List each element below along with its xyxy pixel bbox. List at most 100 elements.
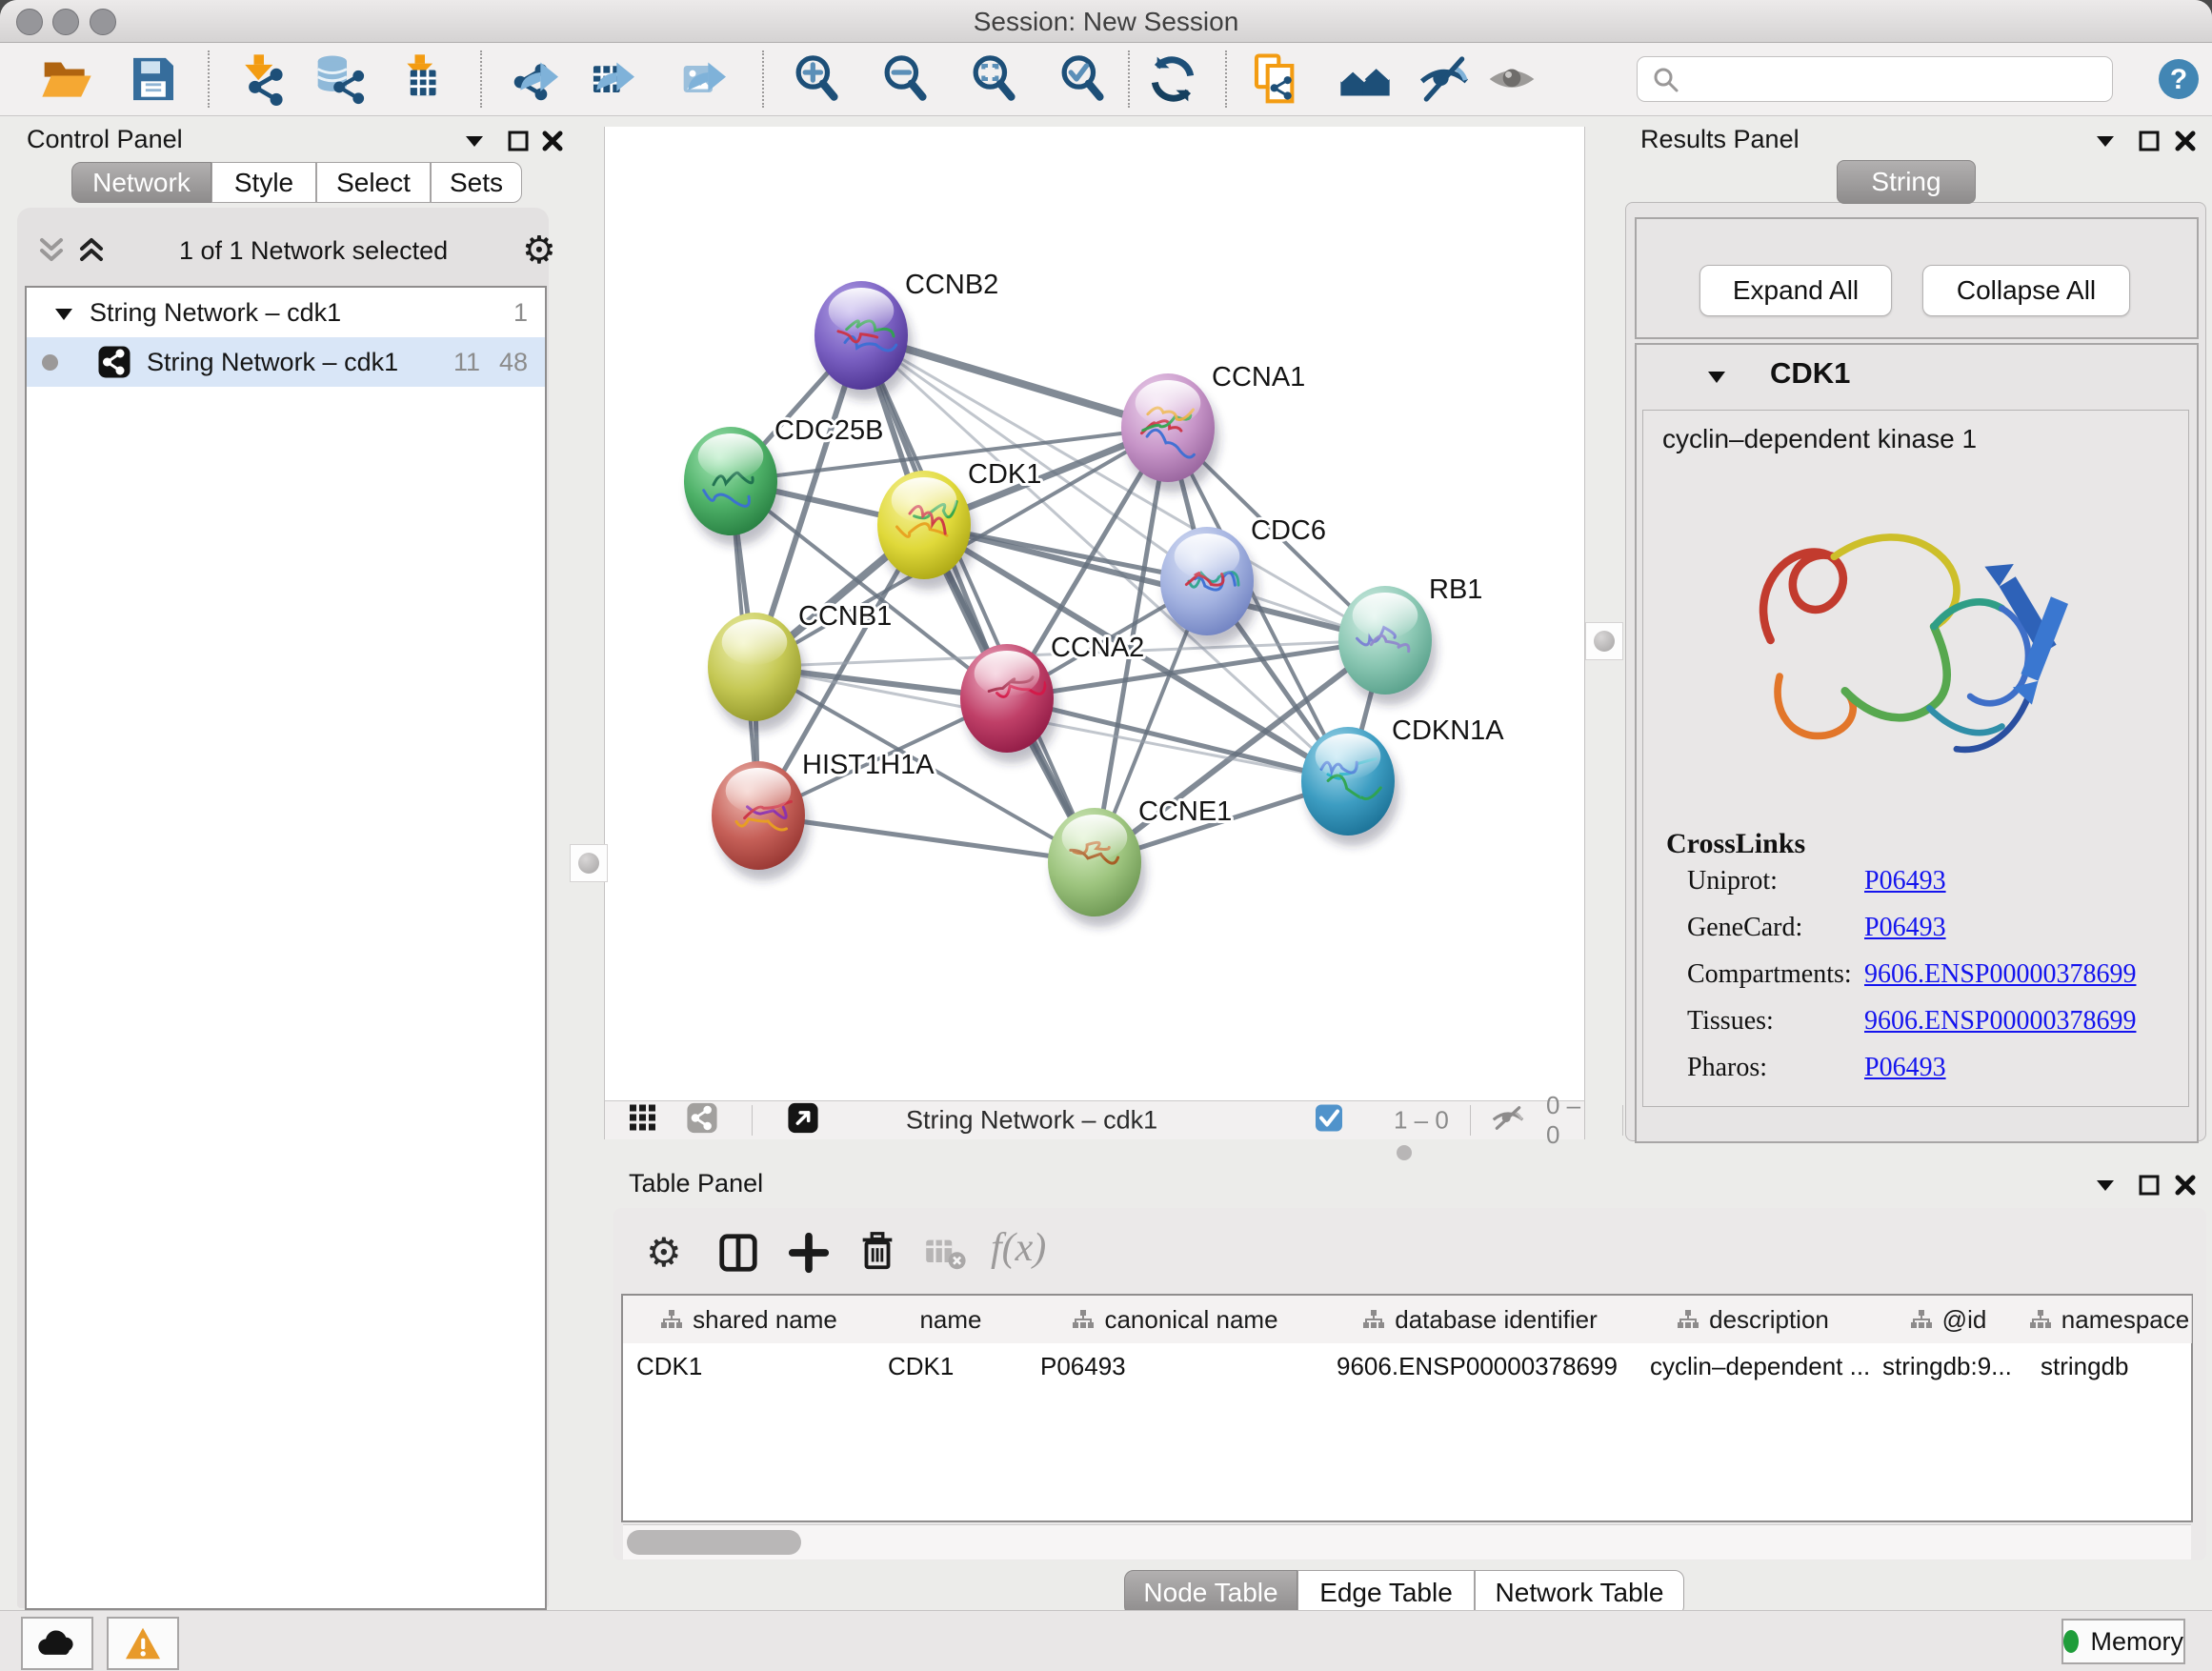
- table-horizontal-scrollbar[interactable]: [623, 1524, 2191, 1560]
- left-splitter-grip[interactable]: [570, 844, 608, 882]
- share-view-icon[interactable]: [686, 1102, 718, 1139]
- node-CCNA1[interactable]: [1121, 373, 1219, 493]
- zoom-fit-content-button[interactable]: [965, 50, 1024, 109]
- table-settings-gear-icon[interactable]: ⚙: [646, 1229, 682, 1276]
- right-splitter-grip[interactable]: [1585, 622, 1623, 660]
- save-session-button[interactable]: [124, 50, 183, 109]
- column-header-databaseidentifier[interactable]: database identifier: [1323, 1296, 1638, 1343]
- delete-column-trash-icon[interactable]: [855, 1229, 899, 1278]
- tab-sets[interactable]: Sets: [431, 162, 522, 203]
- node-CCNB2[interactable]: [814, 281, 913, 400]
- network-row-selected[interactable]: String Network – cdk1 11 48: [27, 337, 545, 387]
- table-cell[interactable]: stringdb: [2027, 1343, 2191, 1389]
- warning-button[interactable]: [107, 1617, 179, 1670]
- import-network-file-button[interactable]: [234, 50, 293, 109]
- control-panel-float-icon[interactable]: [499, 125, 537, 157]
- crosslink-link[interactable]: P06493: [1864, 913, 1946, 943]
- network-options-gear-icon[interactable]: ⚙: [522, 229, 556, 272]
- tab-string[interactable]: String: [1837, 160, 1976, 204]
- export-network-button[interactable]: [509, 50, 568, 109]
- zoom-out-button[interactable]: [876, 50, 935, 109]
- open-session-button[interactable]: [37, 50, 96, 109]
- tab-node-table[interactable]: Node Table: [1124, 1570, 1297, 1616]
- add-column-icon[interactable]: [787, 1231, 831, 1279]
- search-input[interactable]: [1637, 56, 2113, 102]
- control-panel-close-icon[interactable]: [533, 125, 572, 157]
- node-CDC25B[interactable]: [684, 427, 782, 546]
- expand-all-trees-icon[interactable]: [74, 232, 109, 272]
- delete-table-icon[interactable]: [924, 1237, 966, 1276]
- node-CCNA2[interactable]: [960, 644, 1058, 763]
- network-selected-status: 1 of 1 Network selected: [179, 236, 448, 266]
- tab-edge-table[interactable]: Edge Table: [1297, 1570, 1475, 1616]
- node-CCNE1[interactable]: [1048, 808, 1146, 927]
- expand-all-button[interactable]: Expand All: [1699, 265, 1892, 316]
- column-header-name[interactable]: name: [875, 1296, 1028, 1343]
- tab-select[interactable]: Select: [316, 162, 431, 203]
- export-table-button[interactable]: [585, 50, 644, 109]
- show-columns-icon[interactable]: [716, 1231, 760, 1279]
- selected-checkbox-icon[interactable]: [1315, 1104, 1343, 1137]
- zoom-selected-button[interactable]: [1054, 50, 1113, 109]
- crosslink-link[interactable]: P06493: [1864, 1053, 1946, 1083]
- collapse-all-button[interactable]: Collapse All: [1922, 265, 2130, 316]
- column-header-description[interactable]: description: [1637, 1296, 1870, 1343]
- copy-network-button[interactable]: [1247, 50, 1306, 109]
- scrollbar-thumb[interactable]: [627, 1530, 801, 1555]
- table-panel-float-icon[interactable]: [2130, 1169, 2168, 1201]
- table-cell[interactable]: CDK1: [623, 1343, 875, 1389]
- refresh-view-button[interactable]: [1143, 50, 1202, 109]
- table-cell[interactable]: CDK1: [875, 1343, 1027, 1389]
- hidden-eye-icon[interactable]: [1491, 1104, 1525, 1137]
- node-CDC6[interactable]: [1160, 527, 1258, 646]
- table-cell[interactable]: cyclin–dependent ...: [1637, 1343, 1869, 1389]
- hide-selected-button[interactable]: [1415, 50, 1474, 109]
- node-CDK1[interactable]: [877, 471, 975, 590]
- crosslink-link[interactable]: 9606.ENSP00000378699: [1864, 959, 2136, 990]
- zoom-in-button[interactable]: [788, 50, 847, 109]
- table-cell[interactable]: 9606.ENSP00000378699: [1323, 1343, 1637, 1389]
- tab-network[interactable]: Network: [71, 162, 211, 203]
- table-panel-collapse-icon[interactable]: [2086, 1169, 2124, 1201]
- export-image-button[interactable]: [676, 50, 735, 109]
- column-header-sharedname[interactable]: shared name: [623, 1296, 875, 1343]
- string-network-graph[interactable]: CCNB2CCNA1CDC25BCDK1CDC6RB1CCNB1CCNA2CDK…: [605, 127, 1584, 1100]
- column-header-label: namespace: [2061, 1305, 2189, 1335]
- help-button[interactable]: ?: [2149, 50, 2208, 109]
- crosslink-link[interactable]: 9606.ENSP00000378699: [1864, 1006, 2136, 1037]
- function-builder-icon[interactable]: f(x): [991, 1225, 1046, 1271]
- cloud-button[interactable]: [21, 1617, 93, 1670]
- results-panel-float-icon[interactable]: [2130, 125, 2168, 157]
- crosslink-link[interactable]: P06493: [1864, 866, 1946, 896]
- control-panel-collapse-icon[interactable]: [455, 125, 493, 157]
- results-panel-collapse-icon[interactable]: [2086, 125, 2124, 157]
- entry-collapse-icon[interactable]: [1705, 366, 1728, 389]
- column-header-namespace[interactable]: namespace: [2027, 1296, 2192, 1343]
- edge-CCNB2-CCNE1[interactable]: [861, 335, 1095, 862]
- node-RB1[interactable]: [1338, 586, 1437, 705]
- import-table-file-button[interactable]: [395, 50, 454, 109]
- horizontal-splitter-grip[interactable]: [1397, 1145, 1412, 1160]
- tree-expand-icon[interactable]: [53, 304, 74, 325]
- tab-network-table[interactable]: Network Table: [1475, 1570, 1684, 1616]
- collapse-all-trees-icon[interactable]: [34, 232, 69, 272]
- home-layout-button[interactable]: [1336, 50, 1395, 109]
- memory-button[interactable]: Memory: [2061, 1619, 2185, 1664]
- results-panel-close-icon[interactable]: [2166, 125, 2204, 157]
- node-CDKN1A[interactable]: [1301, 727, 1399, 846]
- show-all-button[interactable]: [1482, 50, 1541, 109]
- column-header-id[interactable]: @id: [1869, 1296, 2028, 1343]
- node-CCNB1[interactable]: [708, 613, 806, 732]
- grid-view-icon[interactable]: [628, 1103, 658, 1138]
- birdseye-toggle-icon[interactable]: [787, 1102, 819, 1139]
- column-header-canonicalname[interactable]: canonical name: [1027, 1296, 1324, 1343]
- crosslink-row: GeneCard:P06493: [1687, 913, 2163, 943]
- table-panel-close-icon[interactable]: [2166, 1169, 2204, 1201]
- network-view-canvas[interactable]: CCNB2CCNA1CDC25BCDK1CDC6RB1CCNB1CCNA2CDK…: [604, 127, 1585, 1100]
- import-network-database-button[interactable]: [311, 50, 370, 109]
- tab-style[interactable]: Style: [211, 162, 316, 203]
- network-collection-row[interactable]: String Network – cdk1 1: [27, 288, 545, 337]
- node-HIST1H1A[interactable]: [712, 761, 810, 880]
- table-cell[interactable]: P06493: [1027, 1343, 1323, 1389]
- table-cell[interactable]: stringdb:9...: [1869, 1343, 2027, 1389]
